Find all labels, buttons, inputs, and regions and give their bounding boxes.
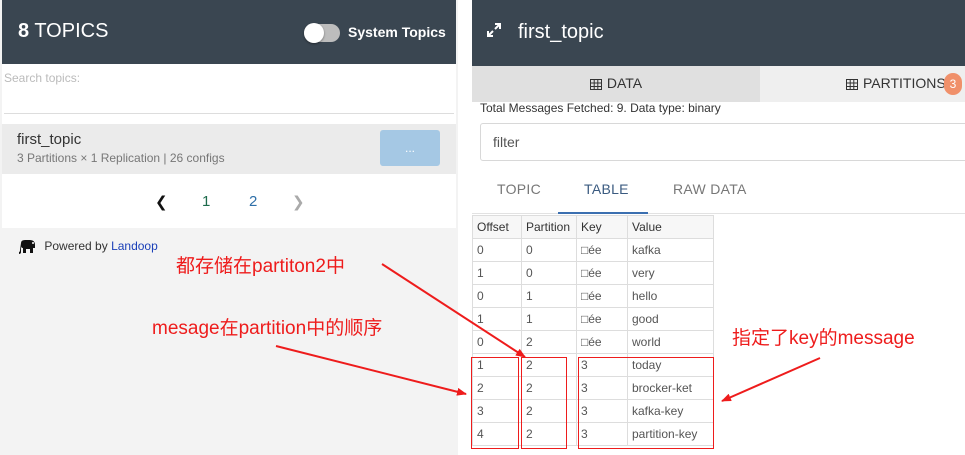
search-topics-box (2, 64, 456, 116)
table-icon (846, 78, 858, 90)
topic-more-button[interactable]: ... (380, 130, 440, 166)
key-cell: □ée (576, 330, 628, 354)
topic-meta: 3 Partitions × 1 Replication | 26 config… (17, 151, 225, 165)
key-cell: □ée (576, 261, 628, 285)
expand-icon[interactable] (486, 22, 502, 38)
table-row[interactable]: 1 0 □ée very (472, 261, 714, 285)
filter-box (480, 123, 965, 161)
partition-cell: 0 (521, 261, 577, 285)
partition-highlight-box (521, 357, 567, 449)
annotation-partition2: 都存储在partiton2中 (176, 256, 345, 277)
tab-topic[interactable]: TOPIC (497, 181, 541, 197)
powered-by: Powered by Landoop (18, 238, 158, 256)
topics-header: 8 TOPICS System Topics (2, 0, 456, 64)
value-cell: kafka (627, 238, 714, 262)
toggle-knob (304, 23, 324, 43)
key-cell: □ée (576, 284, 628, 308)
partitions-count-badge: 3 (944, 73, 962, 95)
tab-data[interactable]: DATA (472, 66, 760, 102)
tab-table[interactable]: TABLE (584, 181, 629, 197)
powered-by-label: Powered by (44, 239, 108, 254)
topic-row-first-topic[interactable]: first_topic 3 Partitions × 1 Replication… (2, 124, 456, 174)
table-row[interactable]: 0 0 □ée kafka (472, 238, 714, 262)
value-cell: very (627, 261, 714, 285)
prev-page-icon[interactable]: ❮ (155, 193, 168, 211)
system-topics-label: System Topics (348, 24, 446, 40)
topic-list: first_topic 3 Partitions × 1 Replication… (2, 116, 456, 228)
tab-partitions-label-wrap: PARTITIONS (846, 66, 946, 100)
partition-cell: 1 (521, 307, 577, 331)
table-row[interactable]: 0 2 □ée world (472, 330, 714, 354)
offset-cell: 1 (472, 307, 522, 331)
offset-cell: 0 (472, 238, 522, 262)
table-icon (589, 78, 602, 90)
key-value-highlight-box (578, 357, 714, 449)
system-topics-toggle[interactable] (304, 23, 340, 43)
offset-highlight-box (471, 357, 519, 449)
active-tab-indicator (558, 212, 648, 214)
topic-detail-title: first_topic (518, 21, 604, 43)
offset-cell: 0 (472, 330, 522, 354)
partition-cell: 0 (521, 238, 577, 262)
topics-count: 8 (18, 20, 30, 42)
table-row[interactable]: 0 1 □ée hello (472, 284, 714, 308)
next-page-icon[interactable]: ❯ (292, 193, 305, 211)
key-cell: □ée (576, 307, 628, 331)
key-cell: □ée (576, 238, 628, 262)
col-key-header[interactable]: Key (576, 215, 628, 239)
col-offset-header[interactable]: Offset (472, 215, 522, 239)
tab-data-label: DATA (606, 75, 643, 91)
table-row[interactable]: 1 1 □ée good (472, 307, 714, 331)
annotation-key: 指定了key的message (732, 328, 915, 349)
page-2-link[interactable]: 2 (249, 193, 257, 210)
search-topics-input[interactable] (4, 70, 452, 86)
partition-cell: 1 (521, 284, 577, 308)
topics-title-label: TOPICS (34, 20, 109, 42)
value-cell: hello (627, 284, 714, 308)
topic-name: first_topic (17, 131, 82, 148)
col-partition-header[interactable]: Partition (521, 215, 577, 239)
annotation-order: mesage在partition中的顺序 (152, 318, 383, 339)
page-1-link[interactable]: 1 (202, 193, 210, 210)
landoop-link[interactable]: Landoop (111, 239, 158, 253)
offset-cell: 1 (472, 261, 522, 285)
topics-title: 8 TOPICS (18, 20, 108, 43)
tab-partitions[interactable]: PARTITIONS 3 (760, 66, 965, 102)
col-value-header[interactable]: Value (627, 215, 714, 239)
value-cell: good (627, 307, 714, 331)
tab-partitions-label: PARTITIONS (863, 75, 946, 91)
tab-raw-data[interactable]: RAW DATA (673, 181, 747, 197)
fetch-info: Total Messages Fetched: 9. Data type: bi… (480, 101, 721, 115)
detail-tabs: DATA PARTITIONS 3 (472, 66, 965, 102)
search-underline (4, 113, 454, 114)
filter-input[interactable] (493, 134, 793, 150)
landoop-logo-icon (19, 240, 35, 254)
table-header-row: Offset Partition Key Value (472, 215, 714, 239)
view-tabs: TOPIC TABLE RAW DATA (472, 166, 965, 214)
topics-panel: 8 TOPICS System Topics first_topic 3 Par… (0, 0, 458, 455)
offset-cell: 0 (472, 284, 522, 308)
partition-cell: 2 (521, 330, 577, 354)
topic-detail-header: first_topic (472, 0, 965, 66)
value-cell: world (627, 330, 714, 354)
